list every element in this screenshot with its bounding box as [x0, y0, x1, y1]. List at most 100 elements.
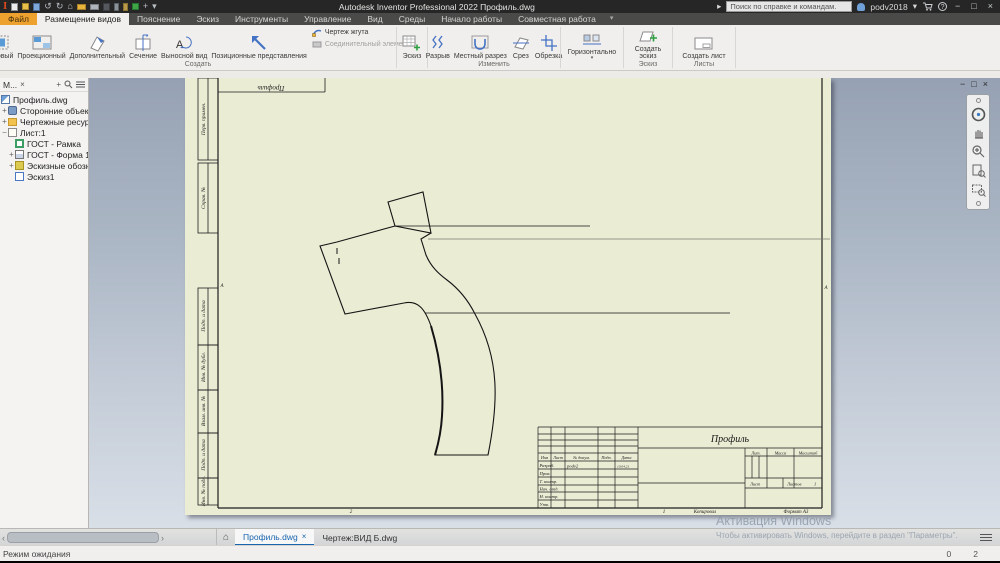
user-avatar-icon[interactable]	[857, 3, 865, 11]
zoom-icon[interactable]	[971, 144, 986, 159]
browser-title[interactable]: М...	[3, 80, 17, 90]
minimize-button[interactable]: −	[952, 0, 963, 13]
tab-place-views[interactable]: Размещение видов	[37, 13, 129, 25]
tree-item-third-party[interactable]: + Сторонние объекты	[0, 105, 88, 116]
doc-tab-close-icon[interactable]: ×	[302, 532, 307, 541]
slice-button[interactable]: Срез	[509, 26, 533, 60]
scrollbar-thumb[interactable]	[7, 532, 159, 543]
expand-icon[interactable]: +	[1, 117, 8, 126]
svg-text:Нач. отд.: Нач. отд.	[539, 487, 559, 492]
collapse-icon[interactable]: −	[1, 128, 8, 137]
tree-item-gost-frame[interactable]: ГОСТ - Рамка	[0, 138, 88, 149]
tree-item-sheet1[interactable]: − Лист:1	[0, 127, 88, 138]
new-sheet-button[interactable]: Создать лист	[680, 26, 727, 60]
tree-item-root[interactable]: Профиль.dwg	[0, 94, 88, 105]
horizontal-scrollbar[interactable]: ‹ ›	[0, 529, 216, 546]
break-button[interactable]: Разрыв	[424, 26, 452, 60]
break-out-icon	[469, 34, 491, 52]
store-cart-icon[interactable]	[922, 2, 933, 11]
tree-item-gost-form[interactable]: + ГОСТ - Форма 1	[0, 149, 88, 160]
detail-view-button[interactable]: A Выносной вид	[159, 26, 209, 60]
margin-label: Справ. №	[201, 187, 207, 209]
tab-manage[interactable]: Управление	[296, 13, 359, 25]
undo-icon[interactable]: ↺	[44, 0, 52, 13]
browser-close-icon[interactable]: ×	[20, 80, 25, 89]
sheet-color-icon[interactable]	[77, 4, 86, 10]
pan-hand-icon[interactable]	[971, 126, 986, 140]
tab-sketch[interactable]: Эскиз	[188, 13, 227, 25]
tab-file[interactable]: Файл	[0, 13, 37, 25]
panel-label-sheets[interactable]: Листы	[673, 60, 735, 70]
material-cube-icon[interactable]	[132, 3, 139, 10]
help-search-input[interactable]	[726, 1, 852, 12]
redo-icon[interactable]: ↻	[56, 0, 64, 13]
browser-add-icon[interactable]: +	[56, 80, 61, 89]
doc-tab-profil[interactable]: Профиль.dwg ×	[235, 529, 314, 546]
expand-icon[interactable]: +	[8, 150, 15, 159]
base-view-button[interactable]: Базовый	[0, 26, 15, 60]
inventor-logo-icon[interactable]: I	[3, 0, 7, 13]
graphics-canvas[interactable]: Перв. примен. Справ. № Подп. и дата Инв.…	[89, 78, 1000, 528]
tree-item-sketch-symbols[interactable]: + Эскизные обозначения	[0, 160, 88, 171]
home-icon[interactable]: ⌂	[67, 0, 72, 13]
restore-button[interactable]: □	[968, 0, 979, 13]
tab-get-started[interactable]: Начало работы	[433, 13, 510, 25]
doc-restore-icon[interactable]: □	[971, 79, 982, 89]
sketch-table-button[interactable]: Эскиз	[400, 26, 424, 60]
zoom-all-icon[interactable]	[971, 163, 986, 178]
panel-label-sketch[interactable]: Эскиз	[624, 60, 672, 70]
ribbon-display-chevron-icon[interactable]: ▾	[604, 13, 614, 25]
new-file-icon[interactable]	[11, 3, 18, 11]
tab-tools[interactable]: Инструменты	[227, 13, 296, 25]
section-view-button[interactable]: Сечение	[127, 26, 159, 60]
browser-menu-icon[interactable]	[76, 81, 85, 88]
panel-create: Базовый Проекционный Дополнительный	[0, 25, 396, 70]
doc-close-icon[interactable]: ×	[983, 79, 994, 89]
doc-minimize-icon[interactable]: −	[960, 79, 971, 89]
user-menu-chevron-icon[interactable]: ▾	[913, 1, 917, 12]
tab-environments[interactable]: Среды	[391, 13, 433, 25]
expand-icon[interactable]: +	[8, 161, 15, 170]
panel-label-modify[interactable]: Изменить	[428, 60, 560, 70]
steering-wheel-icon[interactable]	[971, 107, 986, 122]
print-icon[interactable]	[90, 4, 99, 10]
drawing-doc-icon	[1, 95, 10, 104]
link-icon[interactable]	[103, 3, 110, 11]
open-file-icon[interactable]	[22, 3, 29, 10]
auxiliary-view-button[interactable]: Дополнительный	[68, 26, 127, 60]
horizontal-align-button[interactable]: Горизонтально ▾	[566, 26, 618, 60]
create-sketch-button[interactable]: Создать эскиз	[629, 26, 667, 60]
ilogic-icon[interactable]	[114, 3, 119, 11]
browser-search-icon[interactable]	[64, 80, 73, 89]
sketch-grid-icon	[402, 34, 422, 52]
scroll-right-icon[interactable]: ›	[161, 533, 164, 543]
positional-representations-button[interactable]: Позиционные представления	[209, 26, 309, 60]
drawing-sheet[interactable]: Перв. примен. Справ. № Подп. и дата Инв.…	[185, 78, 831, 515]
scroll-left-icon[interactable]: ‹	[2, 533, 5, 543]
projected-view-button[interactable]: Проекционный	[15, 26, 67, 60]
close-button[interactable]: ×	[985, 0, 996, 13]
tree-item-drawing-resources[interactable]: + Чертежные ресурсы	[0, 116, 88, 127]
break-out-button[interactable]: Местный разрез	[452, 26, 509, 60]
zoom-window-icon[interactable]	[971, 182, 986, 197]
qat-add-icon[interactable]: +	[143, 0, 148, 13]
tab-view[interactable]: Вид	[359, 13, 390, 25]
expand-icon[interactable]: +	[1, 106, 8, 115]
panel-sheets: Создать лист Листы	[673, 25, 735, 70]
status-text: Режим ожидания	[0, 549, 947, 559]
save-icon[interactable]	[33, 3, 40, 11]
tab-collaborate[interactable]: Совместная работа	[510, 13, 604, 25]
search-expand-icon[interactable]: ▸	[717, 1, 721, 12]
help-icon[interactable]: ?	[938, 2, 947, 11]
doc-tab-vid-b[interactable]: Чертеж:ВИД Б.dwg	[314, 529, 405, 546]
navigation-bar	[966, 94, 990, 210]
panel-label-create[interactable]: Создать	[0, 60, 396, 70]
home-view-icon[interactable]: ⌂	[216, 529, 235, 546]
username[interactable]: podv2018	[870, 2, 907, 12]
navbar-more-icon[interactable]	[976, 201, 981, 206]
ilogic-trigger-icon[interactable]	[123, 3, 128, 11]
tree-item-sketch1[interactable]: Эскиз1	[0, 171, 88, 182]
tab-annotate[interactable]: Пояснение	[129, 13, 188, 25]
profile-geometry[interactable]	[320, 192, 830, 455]
panel-align: Горизонтально ▾	[561, 25, 623, 70]
